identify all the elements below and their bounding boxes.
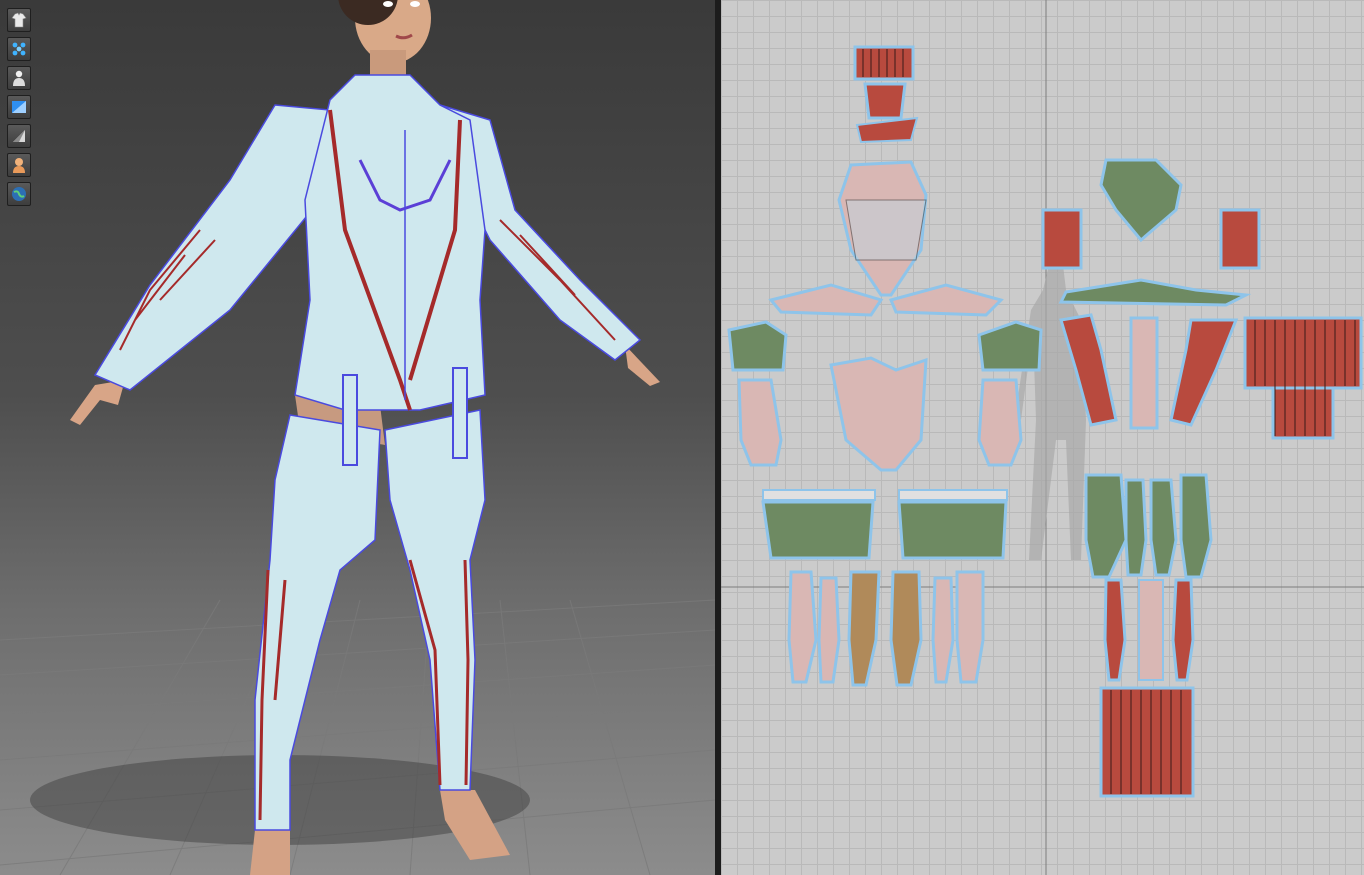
particle-display-button[interactable] (7, 37, 31, 61)
pattern-piece-center-panel[interactable] (1129, 316, 1159, 430)
left-sleeve[interactable] (93, 104, 331, 391)
texture-icon (12, 101, 26, 113)
pattern-piece-forearm-left[interactable] (737, 378, 783, 467)
shading-icon (13, 130, 25, 142)
pattern-piece-shin-6[interactable] (955, 570, 985, 684)
avatar-left-foot (250, 830, 290, 875)
pattern-piece-collar-top[interactable] (853, 45, 915, 81)
pattern-piece-thigh-4[interactable] (1179, 473, 1213, 579)
pattern-piece-shin-3[interactable] (847, 570, 881, 687)
pattern-piece-pleated-panel-upper[interactable] (1243, 316, 1363, 390)
pattern-piece-shoulder-right[interactable] (888, 283, 1004, 317)
pattern-piece-forearm-right[interactable] (977, 378, 1023, 467)
environment-icon (12, 187, 26, 201)
pattern-piece-thigh-3[interactable] (1149, 478, 1178, 577)
left-thigh-strap[interactable] (342, 374, 358, 466)
pattern-piece-hip-right[interactable] (897, 500, 1008, 560)
bodysuit-torso[interactable] (294, 74, 486, 411)
avatar-silhouette (1016, 260, 1086, 560)
pattern-piece-waistband-right[interactable] (898, 489, 1008, 501)
pattern-piece-bodice-back[interactable] (829, 356, 928, 472)
3d-view-toolbar (7, 8, 33, 211)
pattern-piece-shin-4[interactable] (889, 570, 923, 687)
pattern-piece-waistband-left[interactable] (762, 489, 876, 501)
avatar-display-button[interactable] (7, 66, 31, 90)
avatar-left-hand (70, 380, 125, 425)
pattern-piece-bodice-lining[interactable] (845, 199, 927, 261)
particle-icon (12, 42, 26, 56)
skin-icon (13, 158, 25, 173)
pattern-piece-calf-center[interactable] (1138, 579, 1164, 681)
pattern-piece-yoke[interactable] (1058, 278, 1252, 307)
pattern-piece-sleeve-cap-left[interactable] (727, 320, 788, 372)
pattern-piece-shoulder-left[interactable] (768, 283, 884, 317)
pattern-piece-pleat-right[interactable] (1219, 208, 1261, 270)
pattern-piece-hip-left[interactable] (761, 500, 875, 560)
garment-display-button[interactable] (7, 8, 31, 32)
pattern-canvas[interactable] (721, 0, 1364, 875)
right-pant-leg[interactable] (384, 409, 486, 791)
pattern-piece-shin-5[interactable] (931, 576, 955, 684)
avatar-right-hand (625, 345, 660, 386)
2d-pattern-viewport[interactable] (721, 0, 1364, 875)
avatar-icon (13, 70, 25, 86)
pattern-piece-collar-band[interactable] (855, 116, 919, 144)
pattern-piece-strap-right[interactable] (1169, 318, 1239, 427)
pattern-piece-pleated-panel-bottom[interactable] (1099, 686, 1195, 798)
garment-icon (11, 12, 27, 28)
pattern-piece-sleeve-cap-right[interactable] (977, 320, 1043, 372)
avatar-eye-right (410, 1, 420, 7)
environment-display-button[interactable] (7, 182, 31, 206)
3d-viewport[interactable] (0, 0, 715, 875)
pattern-piece-collar-stand[interactable] (863, 82, 907, 120)
texture-display-button[interactable] (7, 95, 31, 119)
pattern-piece-pleat-left[interactable] (1041, 208, 1083, 270)
pattern-piece-calf-2[interactable] (1171, 578, 1195, 682)
pattern-piece-thigh-2[interactable] (1124, 478, 1148, 577)
pattern-group-bodice-front[interactable] (837, 160, 928, 297)
pattern-piece-hood[interactable] (1099, 158, 1183, 243)
pattern-piece-pleated-panel-lower[interactable] (1271, 386, 1335, 440)
pattern-piece-shin-1[interactable] (787, 570, 818, 684)
pattern-piece-calf-1[interactable] (1103, 578, 1127, 682)
3d-scene[interactable] (0, 0, 715, 875)
right-thigh-strap[interactable] (452, 367, 468, 459)
skin-display-button[interactable] (7, 153, 31, 177)
pattern-group-collar[interactable] (853, 45, 919, 144)
avatar-eye-left (383, 1, 393, 7)
shading-display-button[interactable] (7, 124, 31, 148)
pattern-piece-thigh-1[interactable] (1084, 473, 1128, 579)
pattern-piece-shin-2[interactable] (817, 576, 841, 684)
